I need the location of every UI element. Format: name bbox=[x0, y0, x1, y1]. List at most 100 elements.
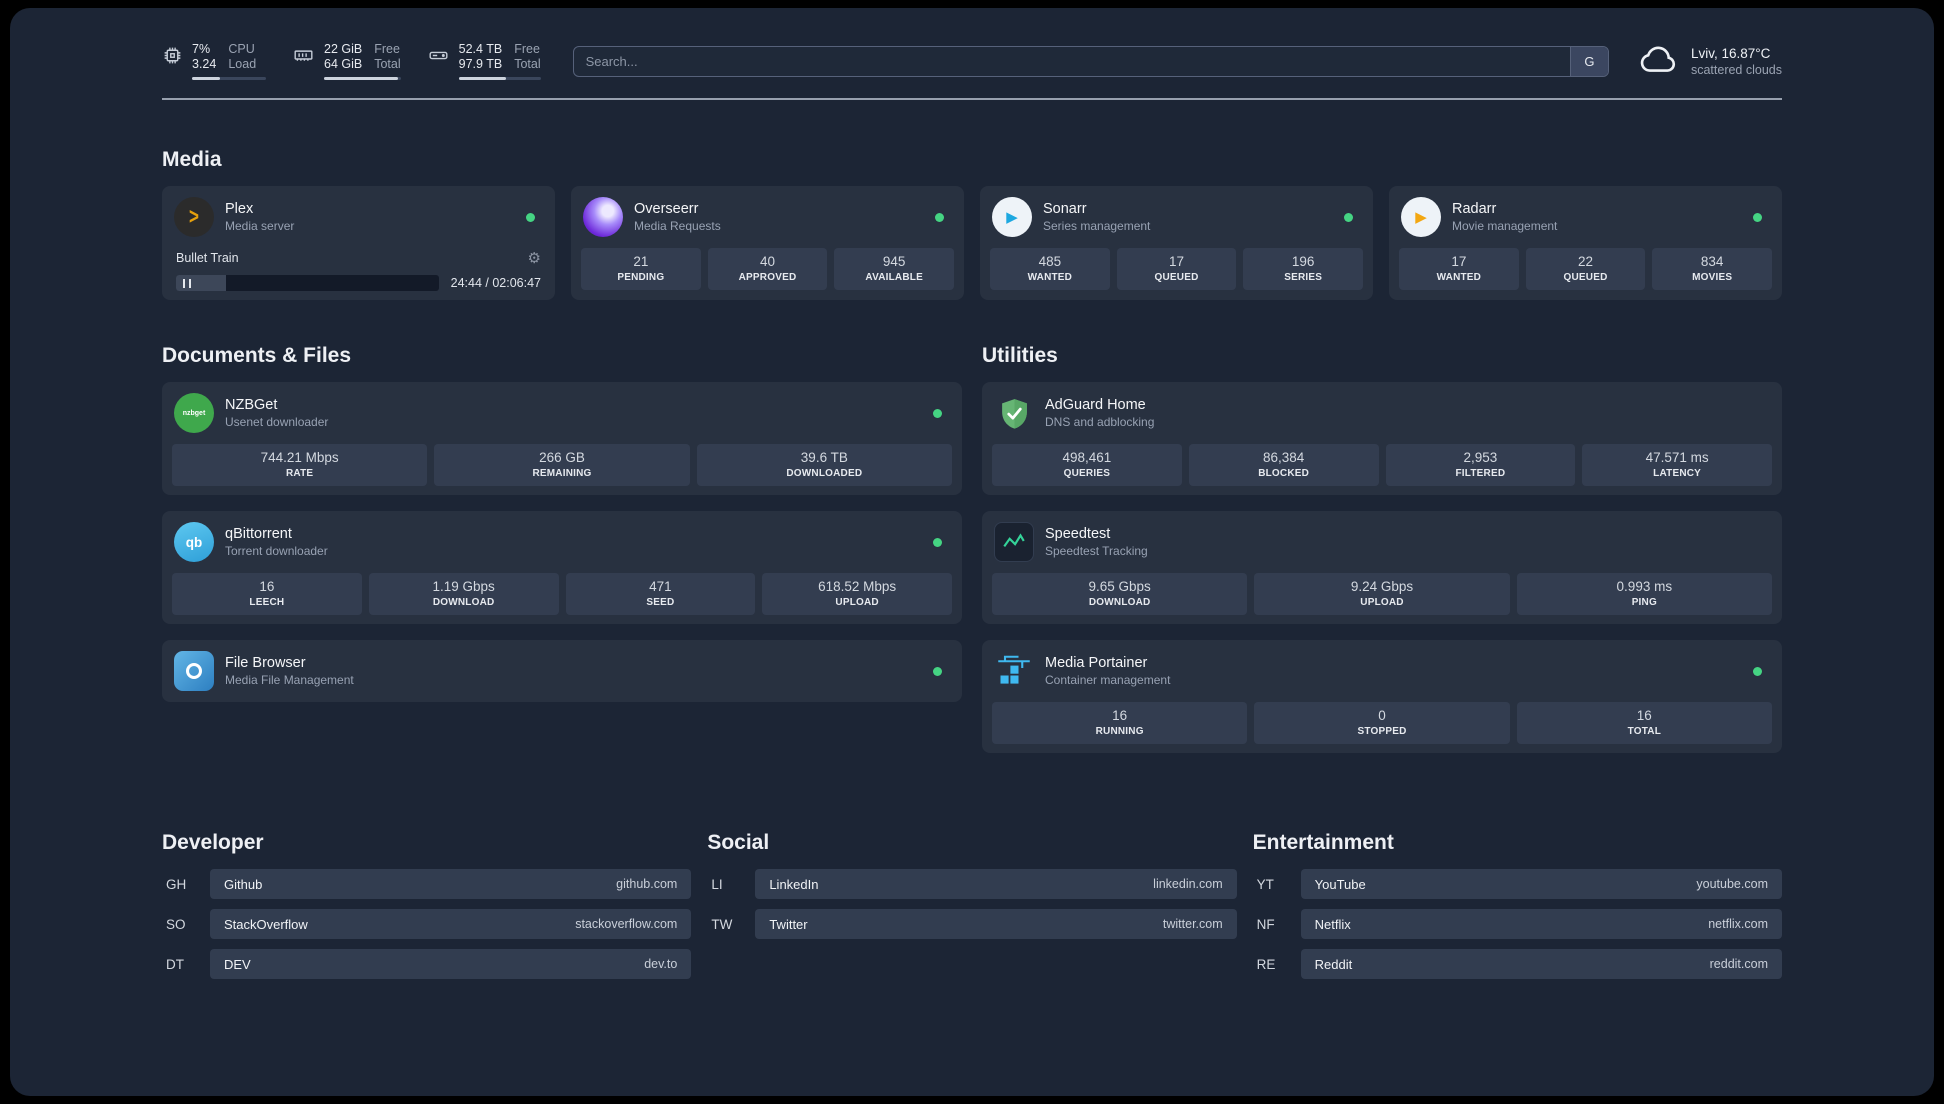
bookmark-netflix[interactable]: NF Netflix netflix.com bbox=[1253, 909, 1782, 939]
bookmark-abbr: LI bbox=[711, 876, 723, 892]
stat-download: 1.19 Gbps DOWNLOAD bbox=[368, 573, 559, 615]
bookmark-reddit[interactable]: RE Reddit reddit.com bbox=[1253, 949, 1782, 979]
disk-icon bbox=[427, 45, 450, 80]
stat-upload: 618.52 Mbps UPLOAD bbox=[762, 573, 952, 615]
section-utilities: Utilities AdGuard Home DNS and adblockin… bbox=[982, 344, 1782, 769]
playback-time: 24:44 / 02:06:47 bbox=[450, 276, 541, 290]
status-dot bbox=[1753, 666, 1762, 676]
bookmark-group-social: Social LI LinkedIn linkedin.com TW Twitte… bbox=[707, 831, 1237, 989]
service-desc: Container management bbox=[1045, 673, 1171, 687]
stat-upload: 9.24 Gbps UPLOAD bbox=[1254, 573, 1510, 615]
gear-icon[interactable]: ⚙ bbox=[528, 249, 541, 267]
bookmark-dev[interactable]: DT DEV dev.to bbox=[162, 949, 692, 979]
service-name: Media Portainer bbox=[1045, 655, 1148, 671]
stat-wanted: 17 WANTED bbox=[1399, 248, 1519, 290]
service-card-filebrowser: File Browser Media File Management bbox=[162, 640, 962, 702]
memory-free-label: Free bbox=[374, 42, 400, 56]
stat-series: 196 SERIES bbox=[1243, 248, 1364, 290]
service-name: Speedtest bbox=[1045, 526, 1111, 542]
service-link-overseerr[interactable]: Overseerr Media Requests bbox=[581, 195, 954, 239]
stat-blocked: 86,384 BLOCKED bbox=[1188, 444, 1379, 486]
memory-progress-bar bbox=[324, 77, 401, 80]
memory-total-value: 64 GiB bbox=[324, 57, 363, 71]
service-name: Sonarr bbox=[1043, 201, 1087, 217]
service-desc: Speedtest Tracking bbox=[1045, 544, 1148, 558]
service-link-speedtest[interactable]: Speedtest Speedtest Tracking bbox=[992, 520, 1772, 564]
cloud-icon bbox=[1639, 43, 1679, 80]
bookmark-stackoverflow[interactable]: SO StackOverflow stackoverflow.com bbox=[162, 909, 692, 939]
stat-running: 16 RUNNING bbox=[992, 702, 1248, 744]
service-link-adguard[interactable]: AdGuard Home DNS and adblocking bbox=[992, 391, 1772, 435]
service-name: File Browser bbox=[225, 655, 306, 671]
cpu-progress-bar bbox=[192, 77, 266, 80]
qbittorrent-icon: qb bbox=[174, 522, 214, 562]
search-provider-button[interactable]: G bbox=[1569, 46, 1608, 76]
bookmark-linkedin[interactable]: LI LinkedIn linkedin.com bbox=[707, 869, 1237, 899]
stat-rate: 744.21 Mbps RATE bbox=[172, 444, 428, 486]
overseerr-icon bbox=[583, 197, 623, 237]
bookmark-abbr: GH bbox=[166, 876, 187, 892]
sonarr-icon: ▶ bbox=[992, 197, 1032, 237]
status-dot bbox=[1344, 212, 1353, 222]
service-desc: Movie management bbox=[1452, 219, 1558, 233]
service-link-radarr[interactable]: ▶ Radarr Movie management bbox=[1399, 195, 1772, 239]
weather-widget[interactable]: Lviv, 16.87°C scattered clouds bbox=[1639, 43, 1782, 80]
weather-condition: scattered clouds bbox=[1690, 62, 1782, 77]
service-desc: DNS and adblocking bbox=[1045, 415, 1155, 429]
service-link-plex[interactable]: > Plex Media server bbox=[172, 195, 545, 239]
service-card-nzbget: nzbget NZBGet Usenet downloader 744.21 M… bbox=[162, 382, 962, 495]
service-card-portainer: Media Portainer Container management 16 R… bbox=[982, 640, 1782, 753]
service-card-qbittorrent: qb qBittorrent Torrent downloader 16 LEEC… bbox=[162, 511, 962, 624]
topbar-divider bbox=[162, 98, 1782, 100]
playback-progress-bar[interactable] bbox=[176, 275, 439, 291]
service-link-qbittorrent[interactable]: qb qBittorrent Torrent downloader bbox=[172, 520, 952, 564]
stat-wanted: 485 WANTED bbox=[990, 248, 1110, 290]
service-desc: Series management bbox=[1043, 219, 1151, 233]
stat-total: 16 TOTAL bbox=[1516, 702, 1772, 744]
service-desc: Torrent downloader bbox=[225, 544, 328, 558]
bookmark-group-title: Developer bbox=[162, 831, 264, 854]
filebrowser-icon bbox=[174, 651, 214, 691]
service-desc: Media Requests bbox=[634, 219, 721, 233]
service-link-filebrowser[interactable]: File Browser Media File Management bbox=[172, 649, 952, 693]
bookmark-abbr: YT bbox=[1256, 876, 1274, 892]
section-title-media: Media bbox=[162, 148, 222, 171]
status-dot bbox=[1753, 212, 1762, 222]
cpu-chip-icon bbox=[162, 45, 183, 80]
service-link-portainer[interactable]: Media Portainer Container management bbox=[992, 649, 1772, 693]
search-input[interactable] bbox=[572, 45, 1609, 77]
bookmark-abbr: DT bbox=[166, 956, 184, 972]
stat-movies: 834 MOVIES bbox=[1652, 248, 1773, 290]
service-desc: Media server bbox=[225, 219, 295, 233]
status-dot bbox=[526, 212, 535, 222]
cpu-monitor: 7% 3.24 CPU Load bbox=[162, 42, 266, 80]
memory-icon bbox=[292, 45, 315, 80]
bookmark-github[interactable]: GH Github github.com bbox=[162, 869, 692, 899]
stat-stopped: 0 STOPPED bbox=[1254, 702, 1510, 744]
disk-progress-bar bbox=[458, 77, 541, 80]
service-desc: Usenet downloader bbox=[225, 415, 329, 429]
service-card-sonarr: ▶ Sonarr Series management 485 WANTED 17 Q… bbox=[980, 186, 1373, 300]
bookmark-youtube[interactable]: YT YouTube youtube.com bbox=[1253, 869, 1782, 899]
service-card-speedtest: Speedtest Speedtest Tracking 9.65 Gbps DO… bbox=[982, 511, 1782, 624]
service-link-sonarr[interactable]: ▶ Sonarr Series management bbox=[990, 195, 1363, 239]
status-dot bbox=[933, 666, 942, 676]
section-media: Media > Plex Media server Bullet Train ⚙ bbox=[162, 148, 1782, 300]
service-link-nzbget[interactable]: nzbget NZBGet Usenet downloader bbox=[172, 391, 952, 435]
stat-queries: 498,461 QUERIES bbox=[992, 444, 1182, 486]
cpu-load-value: 3.24 bbox=[192, 57, 217, 71]
status-dot bbox=[933, 537, 942, 547]
bookmark-twitter[interactable]: TW Twitter twitter.com bbox=[707, 909, 1237, 939]
stat-queued: 17 QUEUED bbox=[1116, 248, 1237, 290]
speedtest-icon bbox=[994, 522, 1034, 562]
search-bar: G bbox=[572, 45, 1609, 77]
service-name: Radarr bbox=[1452, 201, 1497, 217]
portainer-crane-icon bbox=[994, 651, 1034, 691]
memory-free-value: 22 GiB bbox=[324, 42, 363, 56]
plex-icon: > bbox=[174, 197, 214, 237]
bookmark-abbr: SO bbox=[166, 916, 186, 932]
stat-seed: 471 SEED bbox=[565, 573, 756, 615]
now-playing-title: Bullet Train bbox=[176, 251, 239, 265]
status-dot bbox=[933, 408, 942, 418]
pause-icon[interactable] bbox=[183, 278, 191, 288]
